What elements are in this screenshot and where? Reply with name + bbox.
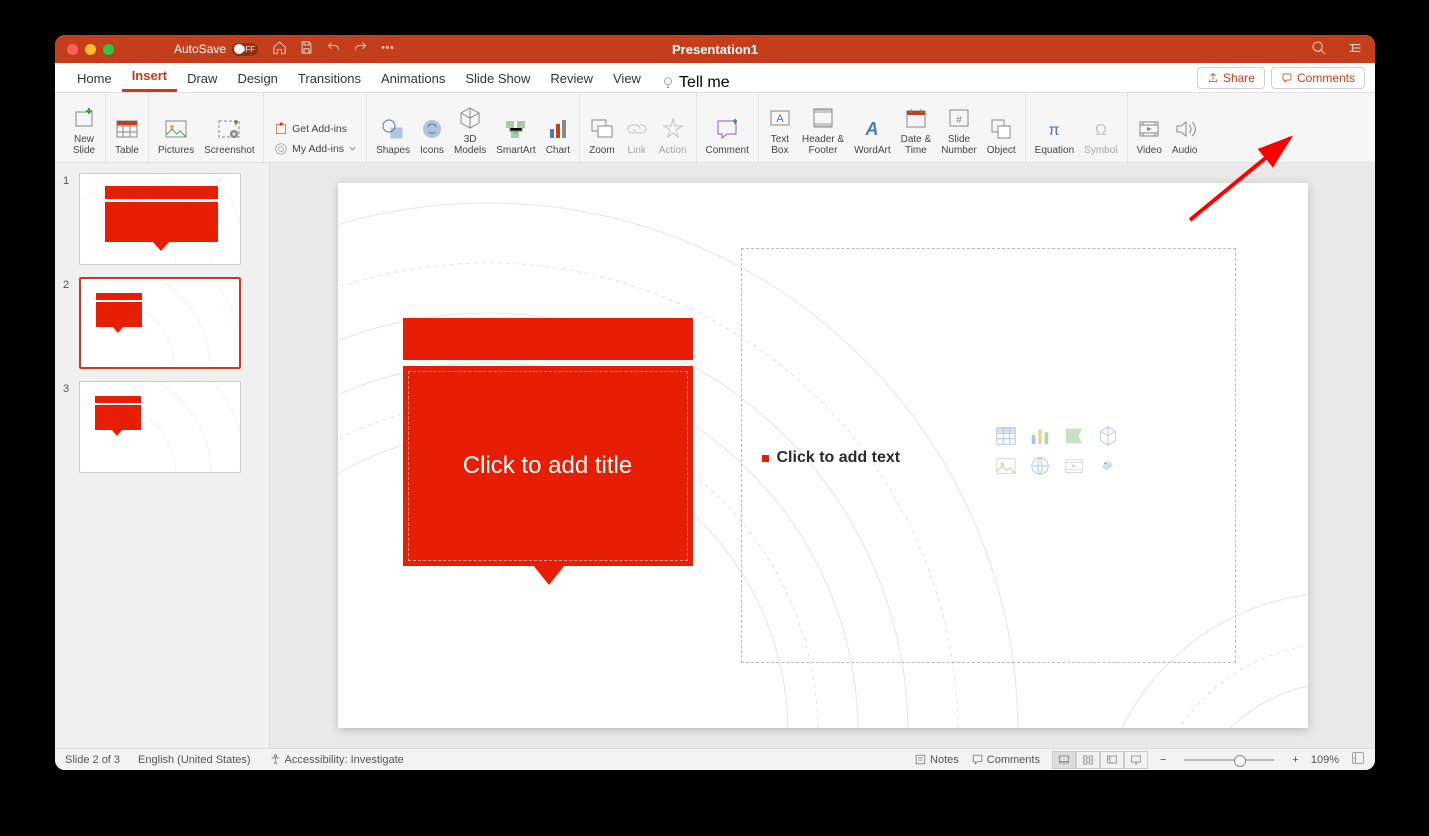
title-bar-shape[interactable] [403,318,693,360]
language-indicator[interactable]: English (United States) [138,754,251,766]
reading-view-button[interactable] [1100,751,1124,769]
insert-smartart-icon[interactable] [1060,424,1088,448]
zoom-in-button[interactable]: + [1292,754,1298,766]
comments-button[interactable]: Comments [1271,67,1365,89]
svg-text:#: # [956,115,962,126]
title-placeholder[interactable]: Click to add title [403,366,693,566]
video-button[interactable]: Video [1134,96,1165,158]
icons-button[interactable]: Icons [417,96,447,158]
insert-3d-icon[interactable] [1094,424,1122,448]
table-button[interactable]: Table [112,96,142,158]
slide-thumbnails: 1 2 3 [55,163,270,748]
zoom-level[interactable]: 109% [1311,754,1339,766]
share-button[interactable]: Share [1197,67,1265,89]
chart-button[interactable]: Chart [543,96,573,158]
tab-animations[interactable]: Animations [371,65,455,92]
autosave-label: AutoSave [174,42,226,56]
thumb-number: 3 [63,381,73,395]
zoom-button[interactable]: Zoom [586,96,618,158]
slide-number-button[interactable]: #Slide Number [938,96,980,158]
wordart-button[interactable]: AWordArt [851,96,894,158]
tab-review[interactable]: Review [540,65,603,92]
content-placeholder-text: Click to add text [777,449,901,467]
tab-slideshow[interactable]: Slide Show [455,65,540,92]
slide-canvas-area: Click to add title Click to add text [270,163,1375,748]
tell-me[interactable]: Tell me [661,74,730,92]
search-icon[interactable] [1311,40,1327,59]
new-slide-button[interactable]: New Slide [69,96,99,158]
ribbon-tabs: Home Insert Draw Design Transitions Anim… [55,63,1375,93]
link-button: Link [622,96,652,158]
thumb-number: 1 [63,173,73,187]
slideshow-view-button[interactable] [1124,751,1148,769]
comment-button[interactable]: Comment [703,96,752,158]
shapes-button[interactable]: Shapes [373,96,413,158]
get-addins-button[interactable]: Get Add-ins [270,120,360,138]
redo-icon[interactable] [353,40,368,58]
sorter-view-button[interactable] [1076,751,1100,769]
thumb-number: 2 [63,277,73,291]
document-title: Presentation1 [672,42,758,57]
date-time-button[interactable]: Date & Time [898,96,935,158]
content-placeholder[interactable]: Click to add text [741,248,1236,663]
insert-video-icon[interactable] [1060,454,1088,478]
insert-online-picture-icon[interactable] [1026,454,1054,478]
title-placeholder-text: Click to add title [463,452,632,480]
thumbnail-2[interactable] [79,277,241,369]
thumbnail-1[interactable] [79,173,241,265]
header-footer-button[interactable]: Header & Footer [799,96,847,158]
thumbnail-3[interactable] [79,381,241,473]
zoom-out-button[interactable]: − [1160,754,1166,766]
svg-text:π: π [1049,122,1060,139]
fit-to-window-button[interactable] [1351,751,1365,768]
tab-view[interactable]: View [603,65,651,92]
slide-indicator[interactable]: Slide 2 of 3 [65,754,120,766]
smartart-button[interactable]: SmartArt [493,96,538,158]
home-icon[interactable] [272,40,287,58]
svg-text:A: A [776,113,784,125]
status-bar: Slide 2 of 3 English (United States) Acc… [55,748,1375,770]
insert-icon-icon[interactable] [1094,454,1122,478]
my-addins-button[interactable]: My Add-ins [270,140,360,158]
more-icon[interactable] [380,40,395,58]
accessibility-button[interactable]: Accessibility: Investigate [269,753,404,766]
close-window-button[interactable] [67,44,78,55]
notes-button[interactable]: Notes [914,753,959,766]
3d-models-button[interactable]: 3D Models [451,96,489,158]
ribbon: New Slide Table Pictures Screenshot [55,93,1375,163]
insert-chart-icon[interactable] [1026,424,1054,448]
pictures-button[interactable]: Pictures [155,96,197,158]
minimize-window-button[interactable] [85,44,96,55]
insert-table-icon[interactable] [992,424,1020,448]
autosave-toggle[interactable]: AutoSave OFF [174,42,258,56]
textbox-button[interactable]: AText Box [765,96,795,158]
screenshot-button[interactable]: Screenshot [201,96,257,158]
undo-icon[interactable] [326,40,341,58]
tab-design[interactable]: Design [227,65,287,92]
insert-picture-icon[interactable] [992,454,1020,478]
svg-text:Ω: Ω [1095,122,1107,139]
ribbon-toggle-icon[interactable] [1347,40,1363,59]
normal-view-button[interactable] [1052,751,1076,769]
audio-button[interactable]: Audio [1169,96,1201,158]
tab-transitions[interactable]: Transitions [288,65,371,92]
tab-insert[interactable]: Insert [122,62,177,92]
comments-status-button[interactable]: Comments [971,753,1040,766]
save-icon[interactable] [299,40,314,58]
object-button[interactable]: Object [984,96,1019,158]
tab-home[interactable]: Home [67,65,122,92]
powerpoint-window: AutoSave OFF Presentation1 Home Insert D… [55,35,1375,770]
symbol-button: ΩSymbol [1081,96,1120,158]
tab-draw[interactable]: Draw [177,65,227,92]
action-button: Action [656,96,690,158]
slide[interactable]: Click to add title Click to add text [338,183,1308,728]
bullet-icon [762,455,769,462]
svg-text:A: A [865,119,879,139]
zoom-slider[interactable] [1184,759,1274,761]
maximize-window-button[interactable] [103,44,114,55]
titlebar: AutoSave OFF Presentation1 [55,35,1375,63]
content-placeholder-icons [992,424,1122,478]
equation-button[interactable]: πEquation [1032,96,1077,158]
